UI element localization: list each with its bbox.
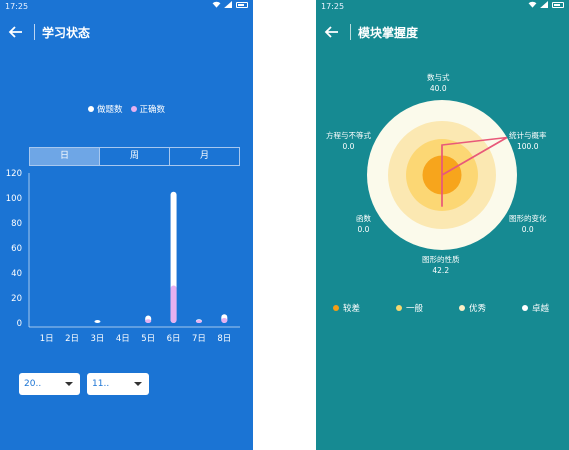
- y-tick-label: 60: [11, 244, 22, 254]
- legend-dot-icon: [522, 305, 528, 311]
- radar-axis-value: 0.0: [357, 225, 370, 234]
- y-tick-label: 80: [11, 219, 22, 229]
- month-dropdown-value: 11..: [92, 379, 110, 389]
- radar-axis-name: 统计与概率: [509, 131, 547, 140]
- radar-axis-name: 数与式: [427, 73, 450, 82]
- tab-month[interactable]: 月: [170, 148, 239, 165]
- tab-day[interactable]: 日: [30, 148, 100, 165]
- y-tick-label: 0: [17, 319, 22, 329]
- battery-icon: [236, 1, 248, 8]
- wifi-icon: [528, 1, 537, 8]
- legend-dot-icon: [396, 305, 402, 311]
- year-dropdown-value: 20..: [24, 379, 42, 389]
- period-tabs: 日 周 月: [29, 147, 240, 166]
- radar-axis-value: 0.0: [342, 142, 355, 151]
- radar-label-functions: 函数 0.0: [356, 213, 371, 235]
- signal-icon: [224, 1, 232, 8]
- x-tick-label: 6日: [167, 334, 181, 344]
- legend-label: 卓越: [532, 304, 550, 314]
- legend-label: 一般: [406, 304, 424, 314]
- page-title: 学习状态: [42, 26, 91, 40]
- year-dropdown[interactable]: 20..: [19, 373, 80, 395]
- back-arrow-icon[interactable]: [8, 24, 24, 40]
- radar-axis-value: 40.0: [429, 84, 447, 93]
- battery-icon: [552, 1, 564, 8]
- legend-label: 优秀: [469, 304, 487, 314]
- legend-label: 做题数: [96, 105, 123, 115]
- radar-label-equations: 方程与不等式 0.0: [326, 130, 371, 152]
- radar-axis-name: 方程与不等式: [326, 131, 371, 140]
- radar-axis-value: 42.2: [432, 266, 450, 275]
- x-tick-label: 2日: [65, 334, 79, 344]
- radar-axis-value: 100.0: [517, 142, 539, 151]
- legend-item-excellent: 卓越: [522, 302, 549, 314]
- y-tick-label: 20: [11, 294, 22, 304]
- title-divider: [350, 24, 351, 40]
- chart-legend: 做题数 正确数: [0, 103, 253, 115]
- x-tick-label: 3日: [90, 334, 104, 344]
- bar-correct: [221, 318, 228, 323]
- wifi-icon: [212, 1, 221, 8]
- back-arrow-icon[interactable]: [324, 24, 340, 40]
- legend-dot-icon: [130, 106, 137, 112]
- month-dropdown[interactable]: 11..: [87, 373, 149, 395]
- legend-item-correct: 正确数: [130, 103, 166, 115]
- title-divider: [34, 24, 35, 40]
- y-tick-label: 40: [11, 269, 22, 279]
- radar-label-statistics: 统计与概率 100.0: [509, 130, 547, 152]
- legend-label: 正确数: [139, 105, 166, 115]
- chevron-down-icon: [134, 382, 142, 386]
- bar-correct: [145, 319, 152, 323]
- status-time: 17:25: [5, 2, 29, 11]
- bar-correct: [170, 285, 177, 323]
- legend-dot-icon: [459, 305, 465, 311]
- legend-item-good: 优秀: [459, 302, 486, 314]
- legend-item-fair: 一般: [396, 302, 423, 314]
- x-tick-label: 5日: [141, 334, 155, 344]
- radar-label-numbers: 数与式 40.0: [427, 72, 450, 94]
- signal-icon: [540, 1, 548, 8]
- page-title: 模块掌握度: [358, 26, 419, 40]
- y-tick-label: 100: [6, 194, 22, 204]
- radar-axis-name: 函数: [356, 214, 371, 223]
- legend-item-poor: 较差: [333, 302, 360, 314]
- x-tick-label: 7日: [192, 334, 206, 344]
- radar-label-geometry-properties: 图形的性质 42.2: [422, 254, 460, 276]
- x-tick-label: 4日: [116, 334, 130, 344]
- tab-week[interactable]: 周: [100, 148, 170, 165]
- status-bar: 17:25: [0, 0, 253, 14]
- chevron-down-icon: [65, 382, 73, 386]
- legend-dot-icon: [87, 106, 94, 112]
- radar-label-transformations: 图形的变化 0.0: [509, 213, 547, 235]
- bar-correct: [195, 320, 202, 323]
- radar-axis-value: 0.0: [521, 225, 534, 234]
- daily-bar-chart: 0 20 40 60 80 100 120 1日 2日 3日 4日 5日 6日 7日 8日: [6, 169, 240, 344]
- radar-axis-name: 图形的性质: [422, 255, 460, 264]
- bar-attempted: [94, 320, 101, 323]
- status-time: 17:25: [321, 2, 345, 11]
- status-bar: 17:25: [316, 0, 569, 14]
- learning-status-screen: 17:25 学习状态 做题数 正确数 日 周 月 0 20 40 60 80 100 120…: [0, 0, 253, 450]
- module-mastery-screen: 17:25 模块掌握度 数与式 40.0 统计与概率 100.0 图形的变化 0…: [316, 0, 569, 450]
- y-tick-label: 120: [6, 169, 22, 179]
- legend-label: 较差: [343, 304, 361, 314]
- app-bar: 模块掌握度: [316, 14, 569, 50]
- app-bar: 学习状态: [0, 14, 253, 50]
- x-tick-label: 1日: [40, 334, 54, 344]
- legend-item-attempted: 做题数: [87, 103, 123, 115]
- radar-axis-name: 图形的变化: [509, 214, 547, 223]
- x-tick-label: 8日: [217, 334, 231, 344]
- legend-dot-icon: [333, 305, 339, 311]
